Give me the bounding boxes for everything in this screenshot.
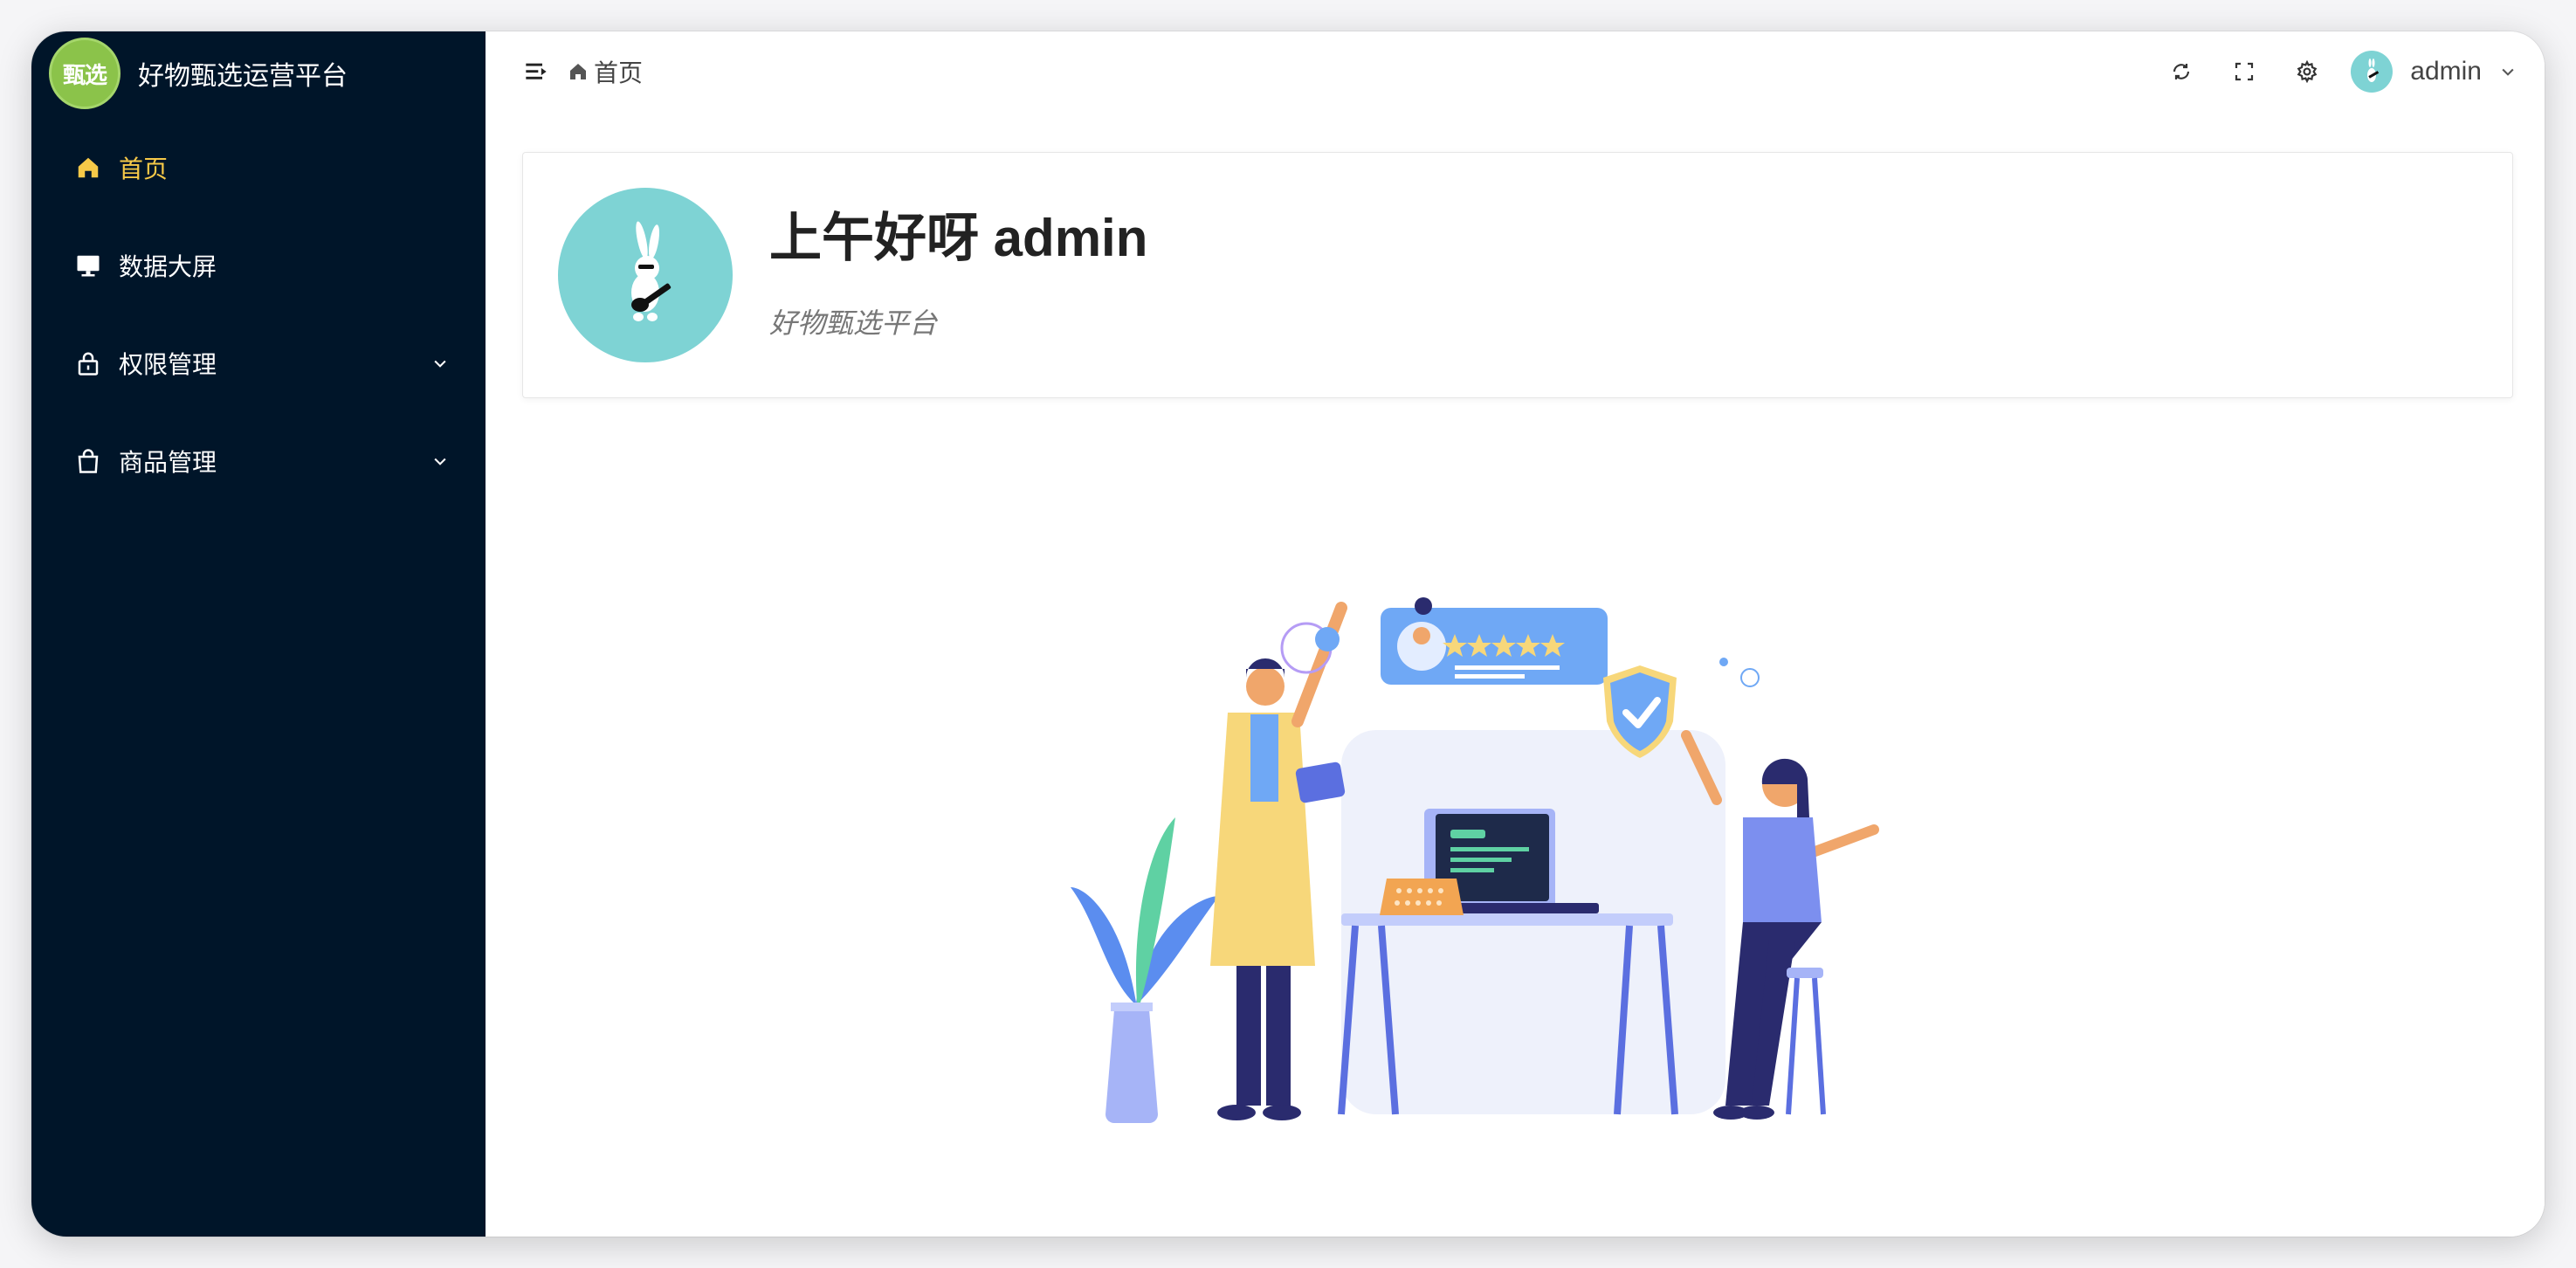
- brand-logo: 甄选: [49, 38, 121, 109]
- sidebar-menu: 首页 数据大屏 权限管理 商品管理: [31, 119, 486, 510]
- monitor-icon: [73, 251, 103, 280]
- sidebar-item-label: 权限管理: [119, 351, 217, 378]
- brand-title: 好物甄选运营平台: [138, 62, 348, 91]
- shopping-bag-icon: [73, 446, 103, 476]
- user-avatar[interactable]: [2351, 51, 2393, 93]
- home-icon: [568, 60, 590, 83]
- greeting: 上午好呀 admin: [769, 208, 1148, 267]
- app-window: 甄选 好物甄选运营平台 首页 数据大屏 权限管理 商品管理 首页 admin 上…: [31, 31, 2545, 1237]
- fullscreen-button[interactable]: [2227, 54, 2262, 89]
- breadcrumb: 首页: [568, 54, 643, 89]
- sidebar-item-permission[interactable]: 权限管理: [31, 314, 486, 412]
- sidebar-item-label: 数据大屏: [119, 253, 217, 280]
- sidebar-item-product[interactable]: 商品管理: [31, 412, 486, 510]
- refresh-button[interactable]: [2164, 54, 2199, 89]
- sidebar: 甄选 好物甄选运营平台 首页 数据大屏 权限管理 商品管理: [31, 31, 486, 1237]
- welcome-subtitle: 好物甄选平台: [769, 307, 938, 339]
- rabbit-guitar-icon: [631, 221, 672, 321]
- welcome-illustration: [1053, 555, 1961, 1149]
- chevron-down-icon: [430, 451, 451, 472]
- collapse-menu-button[interactable]: [522, 58, 550, 86]
- chevron-down-icon: [430, 353, 451, 374]
- topbar: 首页 admin: [486, 31, 2545, 112]
- chevron-down-icon[interactable]: [2497, 61, 2518, 82]
- settings-button[interactable]: [2290, 54, 2325, 89]
- brand: 甄选 好物甄选运营平台: [31, 31, 486, 115]
- sidebar-item-home[interactable]: 首页: [31, 119, 486, 217]
- sidebar-item-dashboard[interactable]: 数据大屏: [31, 217, 486, 314]
- main-content: 首页 admin 上午好呀 admin 好物甄选平台: [486, 31, 2545, 1237]
- menu-fold-icon: [526, 63, 547, 79]
- username[interactable]: admin: [2410, 57, 2482, 86]
- settings-icon: [2297, 60, 2318, 83]
- lock-icon: [73, 348, 103, 378]
- rabbit-icon: [2367, 59, 2380, 82]
- fullscreen-icon: [2235, 62, 2254, 81]
- topbar-tools: admin: [2136, 51, 2518, 93]
- avatar: [558, 188, 733, 362]
- welcome-card: 上午好呀 admin 好物甄选平台: [522, 152, 2513, 398]
- refresh-icon: [2173, 64, 2190, 79]
- sidebar-item-label: 首页: [119, 155, 169, 183]
- breadcrumb-item[interactable]: 首页: [594, 54, 643, 89]
- sidebar-item-label: 商品管理: [119, 449, 217, 476]
- welcome-text: 上午好呀 admin 好物甄选平台: [769, 209, 1147, 341]
- home-icon: [73, 153, 103, 183]
